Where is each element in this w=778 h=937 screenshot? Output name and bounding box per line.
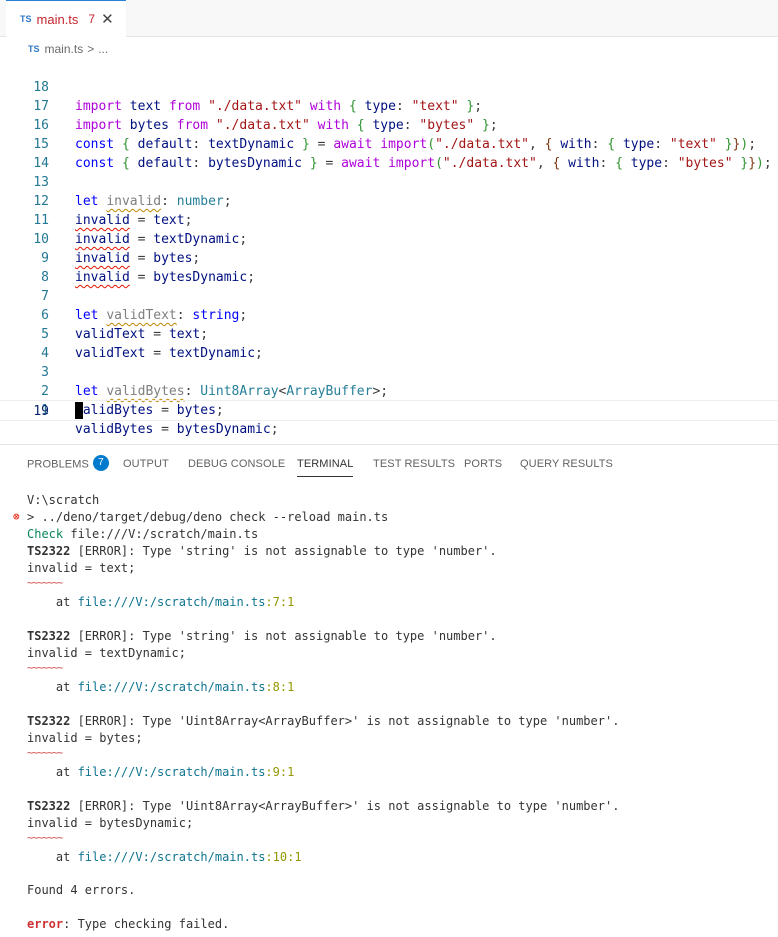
- terminal-output[interactable]: V:\scratch ⊗ > ../deno/target/debug/deno…: [0, 490, 778, 937]
- code-line: 3 let validBytes: Uint8Array<ArrayBuffer…: [0, 344, 778, 399]
- terminal-check: Check file:///V:/scratch/main.ts: [27, 527, 259, 541]
- tab-query-results[interactable]: QUERY RESULTS: [520, 458, 613, 470]
- error-message: TS2322 [ERROR]: Type 'Uint8Array<ArrayBu…: [27, 799, 620, 813]
- current-code-line[interactable]: 19: [0, 400, 778, 421]
- editor-tab-bar: TS main.ts 7 ✕: [0, 0, 778, 37]
- panel-tab-bar: PROBLEMS 7 OUTPUT DEBUG CONSOLE TERMINAL …: [0, 446, 778, 482]
- line-code: validBytes = bytesDynamic;: [75, 422, 279, 437]
- tab-terminal[interactable]: TERMINAL: [297, 458, 354, 477]
- code-line: 6 validText = text;: [0, 287, 778, 342]
- terminal-command: > ../deno/target/debug/deno check --relo…: [27, 510, 389, 524]
- error-squiggle: ~~~~~~~: [27, 748, 63, 759]
- code-line: 1 validBytes = bytesDynamic;: [0, 382, 778, 437]
- text-cursor: [75, 402, 83, 419]
- panel-divider[interactable]: [0, 444, 778, 445]
- code-line: 17 import bytes from "./data.txt" with {…: [0, 78, 778, 133]
- error-message: TS2322 [ERROR]: Type 'string' is not ass…: [27, 544, 497, 558]
- code-line: 4: [0, 325, 778, 361]
- code-line: 2 validBytes = bytes;: [0, 363, 778, 418]
- code-line: 7 let validText: string;: [0, 268, 778, 323]
- file-link[interactable]: file:///V:/scratch/main.ts: [78, 680, 266, 694]
- breadcrumb-file[interactable]: main.ts: [45, 42, 84, 56]
- error-message: TS2322 [ERROR]: Type 'string' is not ass…: [27, 629, 497, 643]
- error-circle-icon[interactable]: ⊗: [13, 510, 20, 523]
- error-location: at file:///V:/scratch/main.ts:10:1: [27, 850, 302, 864]
- error-squiggle: ~~~~~~~: [27, 663, 63, 674]
- final-error: error: Type checking failed.: [27, 917, 230, 931]
- tab-main-ts[interactable]: TS main.ts 7 ✕: [6, 0, 126, 37]
- code-line: 9 invalid = bytesDynamic;: [0, 230, 778, 285]
- code-line: 12 invalid = text;: [0, 173, 778, 228]
- code-line: 16 const { default: textDynamic } = awai…: [0, 97, 778, 152]
- tab-ports[interactable]: PORTS: [464, 458, 502, 470]
- tab-label: main.ts: [36, 11, 79, 27]
- code-line: 15 const { default: bytesDynamic } = awa…: [0, 116, 778, 171]
- tab-problems[interactable]: PROBLEMS 7: [27, 455, 109, 471]
- breadcrumb-symbols[interactable]: ...: [98, 42, 108, 56]
- code-line: 5 validText = textDynamic;: [0, 306, 778, 361]
- code-line: 11 invalid = textDynamic;: [0, 192, 778, 247]
- error-message: TS2322 [ERROR]: Type 'Uint8Array<ArrayBu…: [27, 714, 620, 728]
- line-number: 19: [33, 404, 49, 419]
- tab-debug-console[interactable]: DEBUG CONSOLE: [188, 458, 285, 470]
- error-squiggle: ~~~~~~~: [27, 578, 63, 589]
- error-location: at file:///V:/scratch/main.ts:9:1: [27, 765, 295, 779]
- code-line: 8: [0, 249, 778, 285]
- tab-test-results[interactable]: TEST RESULTS: [373, 458, 455, 470]
- tab-output[interactable]: OUTPUT: [123, 458, 169, 470]
- file-link[interactable]: file:///V:/scratch/main.ts: [78, 595, 266, 609]
- typescript-file-icon: TS: [20, 14, 32, 24]
- typescript-file-icon: TS: [28, 44, 40, 54]
- breadcrumb: TS main.ts > ...: [28, 41, 108, 57]
- error-location: at file:///V:/scratch/main.ts:7:1: [27, 595, 295, 609]
- file-link[interactable]: file:///V:/scratch/main.ts: [78, 850, 266, 864]
- code-line: 14: [0, 135, 778, 171]
- code-editor[interactable]: 18 import text from "./data.txt" with { …: [0, 59, 778, 437]
- close-icon[interactable]: ✕: [101, 10, 114, 28]
- file-link[interactable]: file:///V:/scratch/main.ts: [78, 765, 266, 779]
- problems-count-badge: 7: [92, 455, 109, 471]
- chevron-right-icon: >: [87, 42, 95, 56]
- error-location: at file:///V:/scratch/main.ts:8:1: [27, 680, 295, 694]
- code-line: 13 let invalid: number;: [0, 154, 778, 209]
- error-summary: Found 4 errors.: [27, 883, 136, 897]
- error-squiggle: ~~~~~~~: [27, 833, 63, 844]
- code-line: 18 import text from "./data.txt" with { …: [0, 59, 778, 114]
- terminal-cwd: V:\scratch: [27, 493, 100, 507]
- code-line: 10 invalid = bytes;: [0, 211, 778, 266]
- tab-problem-count: 7: [88, 12, 96, 26]
